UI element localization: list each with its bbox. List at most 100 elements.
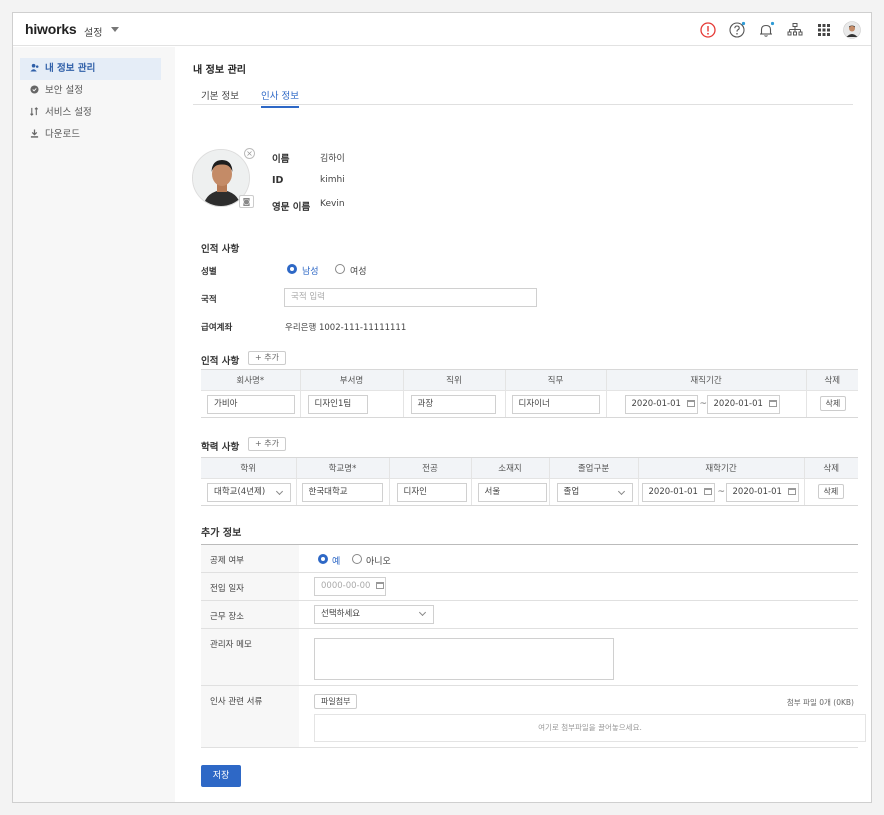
sidebar-item-label: 서비스 설정 xyxy=(45,107,92,118)
work-place-label: 근무 장소 xyxy=(201,601,299,628)
sidebar-item-service[interactable]: 서비스 설정 xyxy=(20,102,161,124)
name-label: 이름 xyxy=(272,154,290,165)
calendar-icon xyxy=(686,400,695,407)
admin-memo-label: 관리자 메모 xyxy=(201,629,299,685)
gender-female-radio[interactable] xyxy=(335,264,345,274)
calendar-icon xyxy=(703,488,712,495)
apps-grid-icon[interactable] xyxy=(815,21,833,39)
tab-basic-info[interactable]: 기본 정보 xyxy=(201,88,239,102)
company-input[interactable]: 가비아 xyxy=(207,395,295,414)
section-selector[interactable]: 설정 xyxy=(84,24,102,39)
sidebar-item-label: 다운로드 xyxy=(45,129,80,140)
duty-input[interactable]: 디자이너 xyxy=(511,395,600,414)
deduction-no-radio[interactable] xyxy=(352,554,362,564)
move-in-date-input[interactable]: 0000-00-00 xyxy=(314,577,386,596)
chevron-down-icon xyxy=(418,608,427,617)
camera-icon[interactable]: ◙ xyxy=(239,195,254,208)
sidebar-item-my-info[interactable]: 내 정보 관리 xyxy=(20,58,161,80)
download-icon xyxy=(30,129,39,138)
move-in-date-row: 전입 일자 0000-00-00 xyxy=(201,573,858,601)
career-section-title: 인적 사항 xyxy=(201,356,240,367)
date-placeholder: 0000-00-00 xyxy=(321,581,371,591)
remove-photo-icon[interactable]: × xyxy=(244,148,255,159)
sidebar-item-download[interactable]: 다운로드 xyxy=(20,124,161,146)
add-career-button[interactable]: + 추가 xyxy=(248,351,286,365)
column-header: 재직기간 xyxy=(605,369,806,391)
delete-career-button[interactable]: 삭제 xyxy=(819,396,847,411)
gender-male-radio[interactable] xyxy=(287,264,297,274)
sidebar-item-security[interactable]: 보안 설정 xyxy=(20,80,161,102)
org-chart-icon[interactable] xyxy=(786,21,804,39)
delete-education-button[interactable]: 삭제 xyxy=(817,484,845,499)
caret-down-icon[interactable] xyxy=(111,27,119,32)
gender-male-label[interactable]: 남성 xyxy=(302,264,319,277)
department-input[interactable]: 디자인1팀 xyxy=(307,395,368,414)
salary-account-label: 급여계좌 xyxy=(201,323,233,333)
nationality-label: 국적 xyxy=(201,295,217,305)
add-education-button[interactable]: + 추가 xyxy=(248,437,286,451)
save-button[interactable]: 저장 xyxy=(201,765,241,787)
help-icon[interactable] xyxy=(728,21,746,39)
nationality-input[interactable]: 국적 입력 xyxy=(284,288,537,307)
calendar-icon xyxy=(768,400,777,407)
position-input[interactable]: 과장 xyxy=(410,395,496,414)
column-header: 소재지 xyxy=(470,457,549,479)
english-name-label: 영문 이름 xyxy=(272,202,311,213)
deduction-no-label[interactable]: 아니오 xyxy=(366,554,391,567)
english-name-value: Kevin xyxy=(320,199,345,209)
name-value: 김하이 xyxy=(320,154,345,164)
select-text: 졸업 xyxy=(563,487,580,497)
gender-female-label[interactable]: 여성 xyxy=(350,264,367,277)
school-input[interactable]: 한국대학교 xyxy=(301,483,383,502)
attach-file-button[interactable]: 파일첨부 xyxy=(314,694,358,709)
column-header: 부서명 xyxy=(299,369,403,391)
work-place-select[interactable]: 선택하세요 xyxy=(314,605,434,624)
column-header: 직무 xyxy=(504,369,606,391)
column-header: 학위 xyxy=(201,457,296,479)
deduction-yes-radio[interactable] xyxy=(318,554,328,564)
select-text: 대학교(4년제) xyxy=(214,487,266,497)
extra-section-title: 추가 정보 xyxy=(201,528,242,539)
bell-icon[interactable] xyxy=(757,21,775,39)
chevron-down-icon xyxy=(617,487,625,496)
tab-hr-info[interactable]: 인사 정보 xyxy=(261,88,299,108)
extra-info-table: 공제 여부 예 아니오 전입 일자 0000-00-00 근무 장소 선택하세요… xyxy=(201,544,866,748)
date-text: 2020-01-01 xyxy=(631,399,681,409)
school-end-date[interactable]: 2020-01-01 xyxy=(725,483,799,502)
attachment-count: 첨부 파일 0개 (0KB) xyxy=(786,698,854,707)
education-section-title: 학력 사항 xyxy=(201,442,240,453)
deduction-yes-label[interactable]: 예 xyxy=(332,554,340,567)
table-header-row: 회사명* 부서명 직위 직무 재직기간 삭제 xyxy=(201,369,858,391)
admin-memo-textarea[interactable] xyxy=(314,638,614,680)
date-text: 2020-01-01 xyxy=(732,487,782,497)
calendar-icon xyxy=(787,488,796,495)
column-header: 회사명* xyxy=(201,369,300,391)
major-input[interactable]: 디자인 xyxy=(396,483,467,502)
id-label: ID xyxy=(272,175,284,186)
graduation-select[interactable]: 졸업 xyxy=(556,483,633,502)
degree-select[interactable]: 대학교(4년제) xyxy=(207,483,291,502)
app-window: hiworks 설정 내 정보 관리 보안 설정 서비스 설정 다운로드 내 정… xyxy=(12,12,872,803)
chevron-down-icon xyxy=(275,487,284,496)
file-drop-zone[interactable]: 여기로 첨부파일을 끌어놓으세요. xyxy=(314,714,866,742)
id-value: kimhi xyxy=(320,175,345,185)
deduction-row: 공제 여부 예 아니오 xyxy=(201,545,858,573)
tab-bar: 기본 정보 인사 정보 xyxy=(193,85,853,108)
move-in-date-label: 전입 일자 xyxy=(201,573,299,600)
user-avatar[interactable] xyxy=(843,21,861,39)
column-header: 재학기간 xyxy=(637,457,804,479)
column-header: 삭제 xyxy=(803,457,858,479)
shield-icon xyxy=(30,85,39,94)
location-input[interactable]: 서울 xyxy=(477,483,547,502)
table-row: 가비아 디자인1팀 과장 디자이너 2020-01-01 ~ 2020-01-0… xyxy=(201,390,858,418)
deduction-label: 공제 여부 xyxy=(201,545,299,572)
school-start-date[interactable]: 2020-01-01 xyxy=(641,483,715,502)
date-text: 2020-01-01 xyxy=(648,487,698,497)
alert-icon[interactable] xyxy=(699,21,717,39)
app-logo[interactable]: hiworks xyxy=(25,21,77,37)
select-text: 선택하세요 xyxy=(321,609,361,619)
career-start-date[interactable]: 2020-01-01 xyxy=(624,395,698,414)
career-end-date[interactable]: 2020-01-01 xyxy=(706,395,780,414)
main-content: 내 정보 관리 기본 정보 인사 정보 × ◙ 이름 김하이 ID kimhi … xyxy=(176,47,871,802)
table-header-row: 학위 학교명* 전공 소재지 졸업구분 재학기간 삭제 xyxy=(201,457,858,479)
